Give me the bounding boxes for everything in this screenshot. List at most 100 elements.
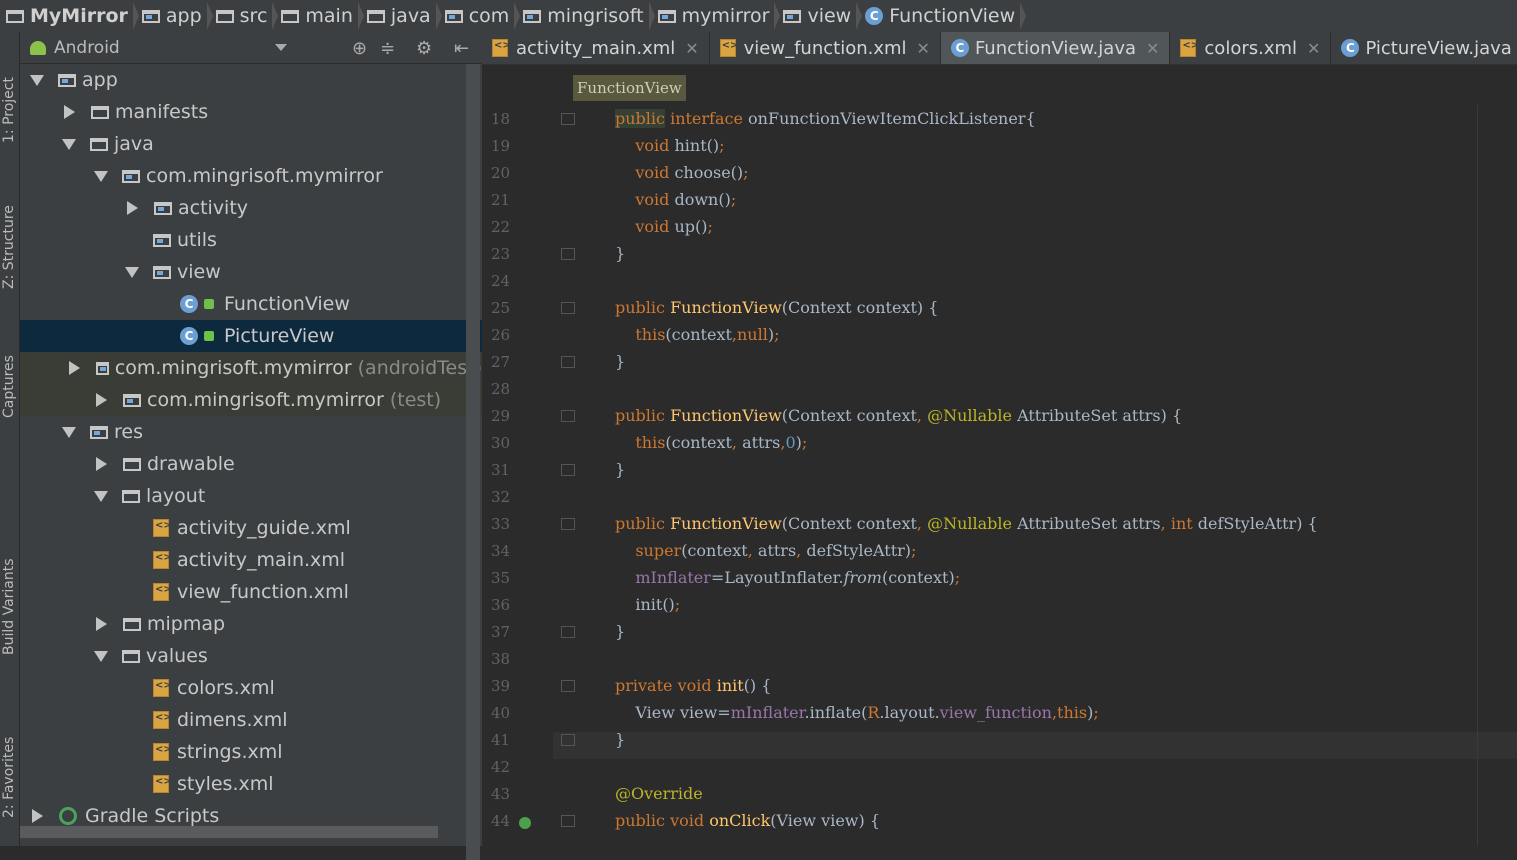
expanded-arrow-icon[interactable] <box>94 170 108 182</box>
tree-item[interactable]: styles.xml <box>20 768 482 800</box>
tree-item[interactable]: utils <box>20 224 482 256</box>
tree-item[interactable]: activity <box>20 192 482 224</box>
code-line[interactable]: mInflater=LayoutInflater.from(context); <box>615 564 960 591</box>
code-line[interactable]: public void onClick(View view) { <box>615 807 880 834</box>
fold-marker-icon[interactable] <box>561 113 575 125</box>
breadcrumb-item[interactable]: java <box>361 0 442 32</box>
code-line[interactable]: public interface onFunctionViewItemClick… <box>615 105 1036 132</box>
collapsed-arrow-icon[interactable] <box>96 457 107 471</box>
fold-marker-icon[interactable] <box>561 410 575 422</box>
close-icon[interactable]: ✕ <box>917 39 930 58</box>
fold-marker-icon[interactable] <box>561 464 575 476</box>
collapsed-arrow-icon[interactable] <box>64 105 75 119</box>
structure-tool-tab[interactable]: Z: Structure <box>0 182 20 312</box>
editor-tab[interactable]: CPictureView.java✕ <box>1331 32 1517 64</box>
fold-marker-icon[interactable] <box>561 356 575 368</box>
editor-tab[interactable]: view_function.xml ✕ <box>710 32 941 64</box>
favorites-tool-tab[interactable]: 2: Favorites <box>0 712 20 842</box>
code-line[interactable]: this(context, attrs,0); <box>615 429 807 456</box>
editor-tab[interactable]: colors.xml ✕ <box>1170 32 1332 64</box>
code-line[interactable]: void choose(); <box>615 159 748 186</box>
tree-item[interactable]: dimens.xml <box>20 704 482 736</box>
locate-icon[interactable]: ⊕ <box>352 38 367 59</box>
gear-icon[interactable]: ⚙ <box>416 38 432 59</box>
collapsed-arrow-icon[interactable] <box>96 617 107 631</box>
expanded-arrow-icon[interactable] <box>30 74 44 86</box>
tree-item[interactable]: drawable <box>20 448 482 480</box>
close-icon[interactable]: ✕ <box>1146 39 1159 58</box>
tree-item[interactable]: activity_guide.xml <box>20 512 482 544</box>
vertical-scrollbar[interactable] <box>466 64 480 860</box>
tree-item[interactable]: layout <box>20 480 482 512</box>
tree-item[interactable]: C PictureView <box>20 320 482 352</box>
code-line[interactable]: super(context, attrs, defStyleAttr); <box>615 537 916 564</box>
tree-item[interactable]: app <box>20 64 482 96</box>
code-line[interactable]: } <box>615 348 625 375</box>
hide-icon[interactable]: ⇤ <box>454 38 469 59</box>
override-marker-icon[interactable] <box>519 817 531 829</box>
chevron-down-icon[interactable] <box>275 44 287 51</box>
breadcrumb-item[interactable]: main <box>275 0 365 32</box>
tree-item[interactable]: colors.xml <box>20 672 482 704</box>
tree-item[interactable]: view_function.xml <box>20 576 482 608</box>
tree-item[interactable]: manifests <box>20 96 482 128</box>
tree-item[interactable]: activity_main.xml <box>20 544 482 576</box>
code-editor[interactable]: FunctionView 18 19 20 21 22 23 24 25 26 27 28 29 30 3… <box>483 65 1517 846</box>
fold-marker-icon[interactable] <box>561 248 575 260</box>
code-line[interactable]: init(); <box>615 591 680 618</box>
code-line[interactable]: } <box>615 618 625 645</box>
tree-item[interactable]: com.mingrisoft.mymirror (androidTest) <box>20 352 482 384</box>
context-breadcrumb[interactable]: FunctionView <box>573 75 686 101</box>
tree-item[interactable]: java <box>20 128 482 160</box>
breadcrumb-item[interactable]: MyMirror <box>0 0 139 32</box>
editor-tab[interactable]: C FunctionView.java ✕ <box>940 32 1171 64</box>
tree-item[interactable]: com.mingrisoft.mymirror <box>20 160 482 192</box>
code-line[interactable]: this(context,null); <box>615 321 779 348</box>
tree-item[interactable]: C FunctionView <box>20 288 482 320</box>
fold-marker-icon[interactable] <box>561 680 575 692</box>
code-line[interactable]: } <box>615 240 625 267</box>
build-variants-tool-tab[interactable]: Build Variants <box>0 537 20 677</box>
tree-item[interactable]: com.mingrisoft.mymirror (test) <box>20 384 482 416</box>
captures-tool-tab[interactable]: Captures <box>0 332 20 442</box>
expanded-arrow-icon[interactable] <box>94 650 108 662</box>
code-line[interactable]: View view=mInflater.inflate(R.layout.vie… <box>615 699 1098 726</box>
breadcrumb-item[interactable]: src <box>210 0 279 32</box>
close-icon[interactable]: ✕ <box>685 39 698 58</box>
tree-item[interactable]: values <box>20 640 482 672</box>
tree-item[interactable]: view <box>20 256 482 288</box>
breadcrumb-item[interactable]: app <box>136 0 213 32</box>
code-line[interactable]: void down(); <box>615 186 736 213</box>
fold-marker-icon[interactable] <box>561 302 575 314</box>
code-line[interactable]: public FunctionView(Context context) { <box>615 294 938 321</box>
tree-item[interactable]: res <box>20 416 482 448</box>
collapsed-arrow-icon[interactable] <box>32 809 43 823</box>
breadcrumb-item[interactable]: com <box>439 0 520 32</box>
expanded-arrow-icon[interactable] <box>62 426 76 438</box>
code-line[interactable]: void up(); <box>615 213 713 240</box>
code-line[interactable]: } <box>615 726 625 753</box>
collapsed-arrow-icon[interactable] <box>68 361 80 375</box>
code-line[interactable]: private void init() { <box>615 672 771 699</box>
fold-marker-icon[interactable] <box>561 626 575 638</box>
breadcrumb-item[interactable]: view <box>777 0 862 32</box>
breadcrumb-item[interactable]: C FunctionView <box>859 0 1027 32</box>
tree-item[interactable]: mipmap <box>20 608 482 640</box>
project-view-selector[interactable]: Android ⊕ ≑ ⚙ ⇤ <box>20 32 482 64</box>
breadcrumb-item[interactable]: mingrisoft <box>517 0 655 32</box>
breadcrumb-item[interactable]: mymirror <box>652 0 781 32</box>
collapsed-arrow-icon[interactable] <box>96 393 107 407</box>
expanded-arrow-icon[interactable] <box>62 138 76 150</box>
fold-marker-icon[interactable] <box>561 815 575 827</box>
close-icon[interactable]: ✕ <box>1307 39 1320 58</box>
collapsed-arrow-icon[interactable] <box>127 201 138 215</box>
project-tool-tab[interactable]: 1: Project <box>0 50 20 170</box>
code-line[interactable]: } <box>615 456 625 483</box>
collapse-all-icon[interactable]: ≑ <box>380 38 395 59</box>
code-line[interactable]: public FunctionView(Context context, @Nu… <box>615 402 1182 429</box>
code-line[interactable]: void hint(); <box>615 132 724 159</box>
expanded-arrow-icon[interactable] <box>94 490 108 502</box>
expanded-arrow-icon[interactable] <box>125 266 139 278</box>
tree-item[interactable]: strings.xml <box>20 736 482 768</box>
code-line[interactable]: @Override <box>615 780 703 807</box>
